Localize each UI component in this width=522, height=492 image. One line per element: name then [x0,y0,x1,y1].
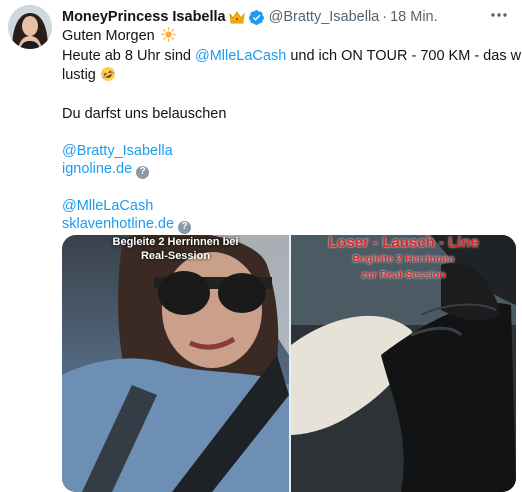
mention-link[interactable]: @MlleLaCash [195,48,286,64]
mention-link[interactable]: @MlleLaCash [62,198,153,214]
tweet-media: Begleite 2 Herrinnen bei Real-Session Lo… [62,235,516,492]
banner-line: Begleite 2 Herrinnen [352,253,455,265]
mention-link[interactable]: @Bratty_Isabella [62,143,173,159]
text-line: Guten Morgen [62,27,502,47]
tweet-header: MoneyPrincess Isabella @Bratty_Isabella … [62,7,438,27]
separator-dot: · [382,9,388,25]
text-line: Heute ab 8 Uhr sind @MlleLaCash und ich … [62,47,522,65]
link-info-icon[interactable]: ? [178,220,192,234]
sun-emoji-icon [161,27,176,47]
more-options-button[interactable] [488,6,510,24]
banner-line: zur Real-Session [361,269,446,281]
user-handle[interactable]: @Bratty_Isabella [269,9,380,25]
text-line: @Bratty_Isabella [62,142,502,160]
more-options-icon [491,13,507,17]
left-photo-caption: Begleite 2 Herrinnen bei Real-Session [62,235,289,263]
text-segment: Heute ab 8 Uhr sind [62,48,195,65]
verified-badge-icon[interactable] [248,9,265,26]
text-line: lustig [62,66,502,87]
tweet-text: Guten Morgen Heute ab 8 Uhr sind @MlleLa… [62,27,522,234]
right-photo-banner: Loser - Lausch - Line Begleite 2 Herrinn… [291,235,516,283]
photo-left-image [62,235,289,492]
avatar-image [8,5,52,49]
text-segment: und ich ON TOUR - 700 KM - das wird [286,48,522,65]
text-line: sklavenhotline.de? [62,215,502,234]
link-info-icon[interactable]: ? [136,165,150,179]
rolling-on-floor-laughing-emoji-icon [100,66,116,87]
caption-line: Begleite 2 Herrinnen bei [112,236,239,248]
text-segment: Du darfst uns belauschen [62,106,227,123]
timestamp[interactable]: 18 Min. [390,9,438,25]
text-line: @MlleLaCash [62,197,502,215]
text-line: Du darfst uns belauschen [62,105,502,123]
crown-emoji-icon [229,10,245,24]
text-segment: lustig [62,66,96,83]
banner-title: Loser - Lausch - Line [328,235,479,251]
avatar[interactable] [8,5,52,49]
media-photo-left[interactable]: Begleite 2 Herrinnen bei Real-Session [62,235,289,492]
greeting-text: Guten Morgen [62,28,155,44]
caption-line: Real-Session [140,250,211,262]
external-link[interactable]: sklavenhotline.de [62,216,174,232]
external-link[interactable]: ignoline.de [62,161,132,177]
text-line: ignoline.de? [62,160,502,179]
display-name[interactable]: MoneyPrincess Isabella [62,9,226,25]
media-photo-right[interactable]: Loser - Lausch - Line Begleite 2 Herrinn… [291,235,516,492]
